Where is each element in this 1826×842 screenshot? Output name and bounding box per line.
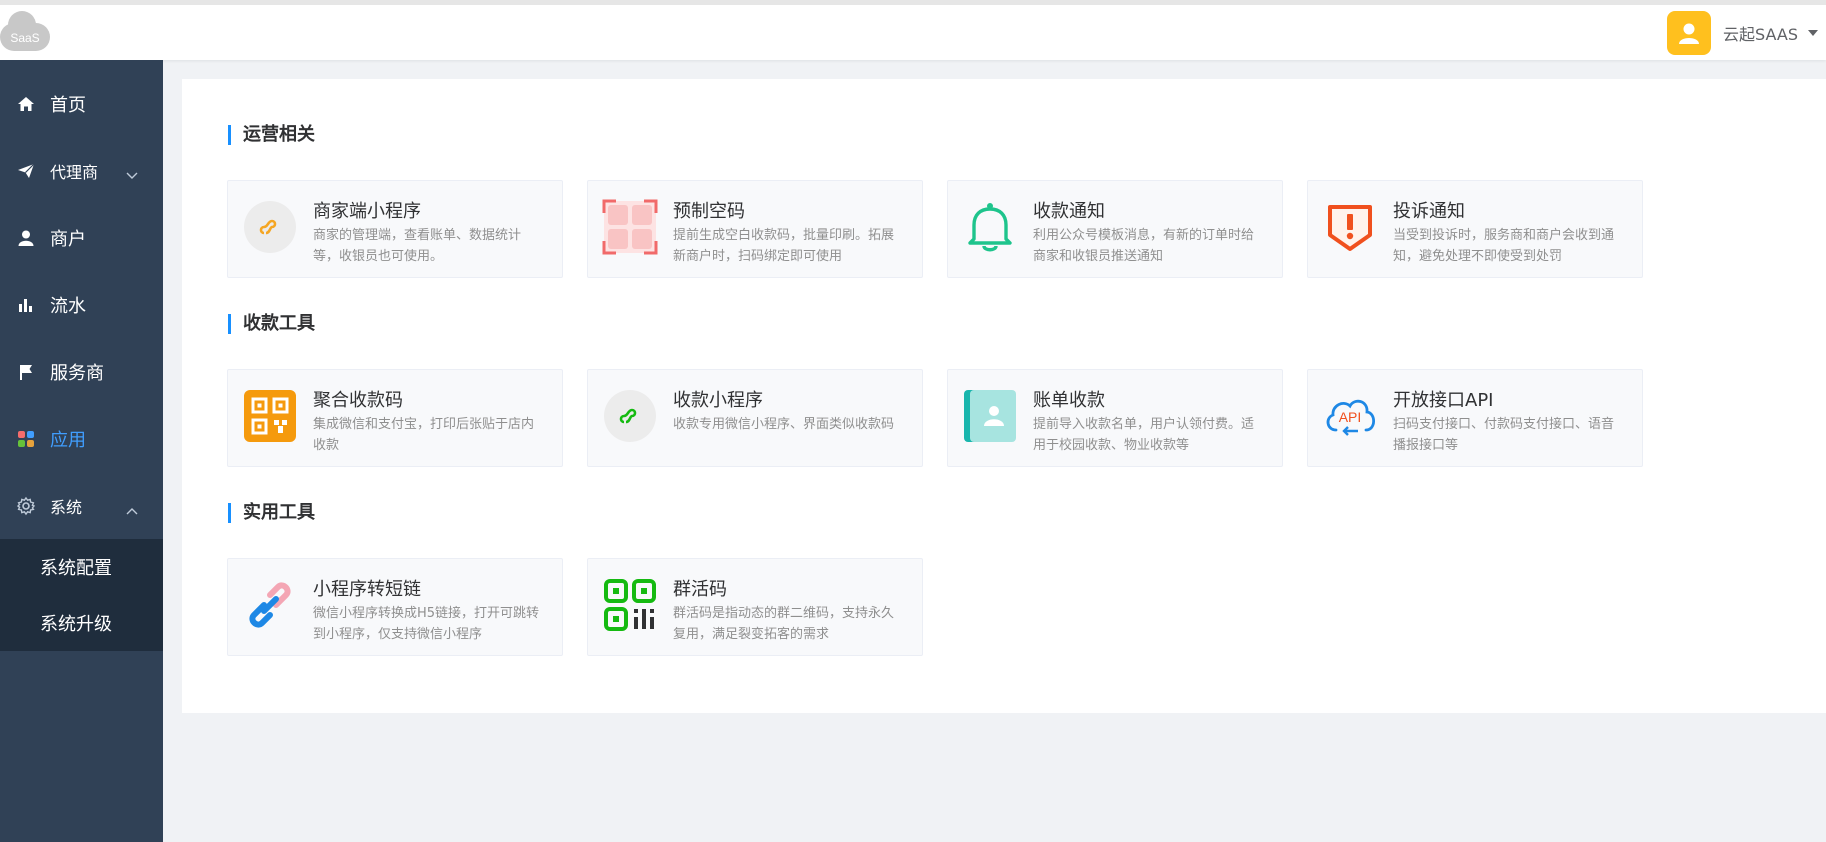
bell-icon [962, 199, 1018, 255]
card-payment-mini-program[interactable]: 收款小程序 收款专用微信小程序、界面类似收款码 [587, 369, 923, 467]
card-title: 聚合收款码 [313, 390, 403, 411]
apps-grid-icon [16, 429, 36, 449]
username[interactable]: 云起SAAS [1723, 21, 1798, 45]
section-title-payment-tools: 收款工具 [228, 314, 315, 334]
card-desc: 集成微信和支付宝，打印后张贴于店内收款 [313, 417, 535, 453]
sidebar: 首页 代理商 商户 流水 服务商 应用 系统 系统配置 系统升级 [0, 60, 163, 842]
user-menu[interactable]: 云起SAAS [1667, 11, 1826, 55]
card-short-link[interactable]: 小程序转短链 微信小程序转换成H5链接，打开可跳转到小程序，仅支持微信小程序 [227, 558, 563, 656]
card-desc: 商家的管理端，查看账单、数据统计等，收银员也可使用。 [313, 228, 522, 264]
mini-program-icon [242, 199, 298, 255]
sidebar-item-agent[interactable]: 代理商 [0, 137, 163, 204]
card-title: 开放接口API [1393, 390, 1494, 411]
card-title: 商家端小程序 [313, 201, 421, 222]
home-icon [16, 94, 36, 114]
card-title: 收款小程序 [673, 390, 763, 411]
qrcode-icon [242, 388, 298, 444]
chevron-down-icon [126, 165, 138, 184]
sidebar-item-label: 流水 [50, 295, 86, 317]
top-header: SaaS 云起SAAS [0, 0, 1826, 60]
svg-text:API: API [1339, 409, 1362, 425]
card-merchant-mini-program[interactable]: 商家端小程序 商家的管理端，查看账单、数据统计等，收银员也可使用。 [227, 180, 563, 278]
avatar[interactable] [1667, 11, 1712, 55]
sidebar-item-home[interactable]: 首页 [0, 70, 163, 137]
apps-panel: 运营相关 商家端小程序 商家的管理端，查看账单、数据统计等，收银员也可使用。 预… [182, 79, 1826, 713]
link-icon [242, 577, 298, 633]
sidebar-item-label: 系统 [50, 497, 83, 517]
card-desc: 提前生成空白收款码，批量印刷。拓展新商户时，扫码绑定即可使用 [673, 228, 895, 264]
card-group-live-code[interactable]: 群活码 群活码是指动态的群二维码，支持永久复用，满足裂变拓客的需求 [587, 558, 923, 656]
sidebar-item-label: 首页 [50, 94, 86, 116]
card-desc: 提前导入收款名单，用户认领付费。适用于校园收款、物业收款等 [1033, 417, 1255, 453]
sidebar-item-apps[interactable]: 应用 [0, 405, 163, 472]
api-cloud-icon: API [1322, 388, 1378, 444]
sidebar-item-system[interactable]: 系统 [0, 472, 163, 539]
card-title: 账单收款 [1033, 390, 1105, 411]
sidebar-item-label: 服务商 [50, 362, 104, 384]
sidebar-item-flow[interactable]: 流水 [0, 271, 163, 338]
card-title: 预制空码 [673, 201, 745, 222]
paper-plane-icon [16, 161, 36, 181]
group-qrcode-icon [602, 577, 658, 633]
sidebar-item-label: 商户 [50, 228, 86, 250]
sidebar-item-label: 应用 [50, 429, 86, 451]
card-title: 群活码 [673, 579, 727, 600]
card-aggregate-qrcode[interactable]: 聚合收款码 集成微信和支付宝，打印后张贴于店内收款 [227, 369, 563, 467]
user-icon [16, 228, 36, 248]
system-submenu: 系统配置 系统升级 [0, 539, 163, 651]
card-desc: 扫码支付接口、付款码支付接口、语音播报接口等 [1393, 417, 1615, 453]
card-title: 收款通知 [1033, 201, 1105, 222]
card-desc: 微信小程序转换成H5链接，打开可跳转到小程序，仅支持微信小程序 [313, 606, 540, 642]
card-title: 小程序转短链 [313, 579, 421, 600]
user-avatar-icon [1679, 23, 1700, 44]
card-open-api[interactable]: API 开放接口API 扫码支付接口、付款码支付接口、语音播报接口等 [1307, 369, 1643, 467]
mini-program-green-icon [602, 388, 658, 444]
bar-chart-icon [16, 295, 36, 315]
logo-text: SaaS [10, 31, 40, 45]
card-bill-payment[interactable]: 账单收款 提前导入收款名单，用户认领付费。适用于校园收款、物业收款等 [947, 369, 1283, 467]
sidebar-item-merchant[interactable]: 商户 [0, 204, 163, 271]
card-blank-code[interactable]: 预制空码 提前生成空白收款码，批量印刷。拓展新商户时，扫码绑定即可使用 [587, 180, 923, 278]
section-title-operations: 运营相关 [228, 125, 315, 145]
sidebar-subitem-system-config[interactable]: 系统配置 [0, 539, 163, 595]
sidebar-subitem-system-upgrade[interactable]: 系统升级 [0, 595, 163, 651]
card-desc: 收款专用微信小程序、界面类似收款码 [673, 417, 895, 432]
gear-icon [16, 496, 36, 516]
card-payment-notice[interactable]: 收款通知 利用公众号模板消息，有新的订单时给商家和收银员推送通知 [947, 180, 1283, 278]
caret-down-icon[interactable] [1808, 30, 1818, 36]
card-desc: 利用公众号模板消息，有新的订单时给商家和收银员推送通知 [1033, 228, 1255, 264]
card-desc: 当受到投诉时，服务商和商户会收到通知，避免处理不即使受到处罚 [1393, 228, 1615, 264]
complaint-shield-icon [1322, 199, 1378, 255]
contact-book-icon [962, 388, 1018, 444]
blank-code-icon [602, 199, 658, 255]
flag-icon [16, 362, 36, 382]
chevron-up-icon [126, 500, 138, 519]
card-complaint-notice[interactable]: 投诉通知 当受到投诉时，服务商和商户会收到通知，避免处理不即使受到处罚 [1307, 180, 1643, 278]
cloud-logo-icon: SaaS [0, 11, 50, 51]
card-desc: 群活码是指动态的群二维码，支持永久复用，满足裂变拓客的需求 [673, 606, 895, 642]
sidebar-item-label: 代理商 [50, 162, 99, 182]
sidebar-item-service-provider[interactable]: 服务商 [0, 338, 163, 405]
section-title-utility-tools: 实用工具 [228, 503, 315, 523]
saas-logo[interactable]: SaaS [0, 11, 52, 57]
card-title: 投诉通知 [1393, 201, 1465, 222]
